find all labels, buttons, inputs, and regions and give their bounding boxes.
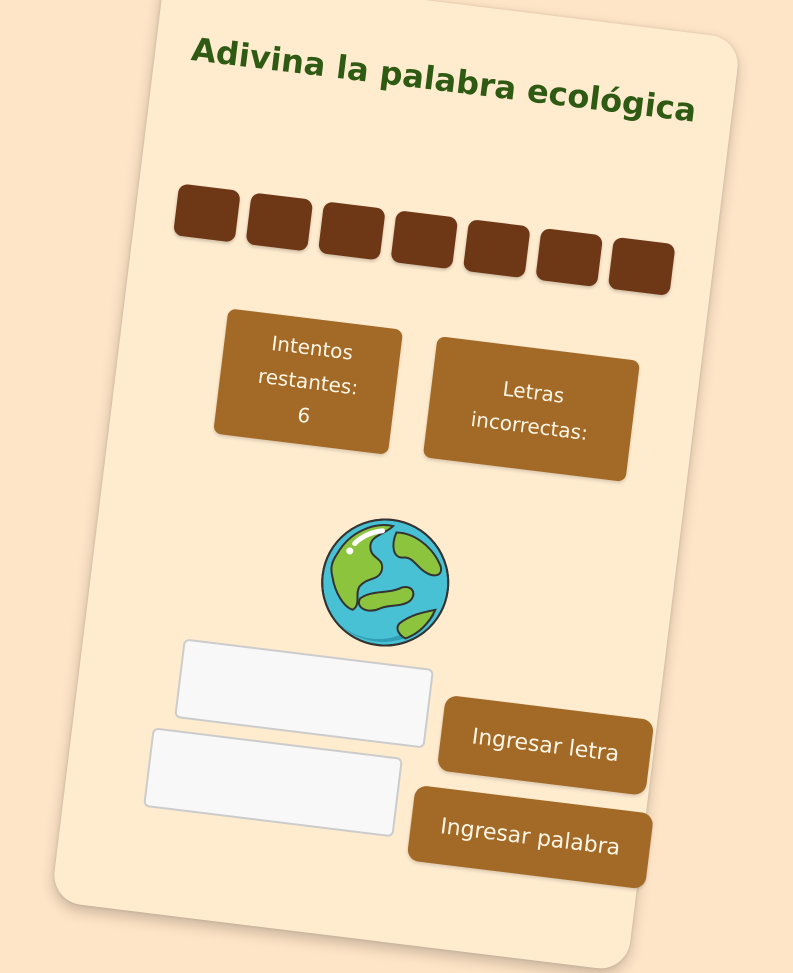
- page-title: Adivina la palabra ecológica: [189, 30, 699, 130]
- submit-letter-button[interactable]: Ingresar letra: [436, 694, 655, 796]
- wrong-letters-panel: Letras incorrectas:: [422, 336, 641, 483]
- letter-tile: [317, 201, 386, 261]
- letter-tile: [172, 183, 241, 243]
- letter-tile: [535, 227, 604, 288]
- letter-tile: [462, 219, 531, 279]
- letter-tile: [607, 236, 676, 297]
- letter-tile: [390, 210, 459, 270]
- word-input[interactable]: [143, 727, 403, 838]
- letter-input[interactable]: [174, 638, 435, 749]
- submit-word-label: Ingresar palabra: [438, 813, 622, 861]
- submit-letter-label: Ingresar letra: [470, 723, 621, 767]
- letter-tile: [245, 192, 314, 252]
- word-tiles: [172, 183, 676, 297]
- submit-word-button[interactable]: Ingresar palabra: [406, 784, 654, 890]
- earth-globe-icon: [321, 518, 450, 647]
- game-card: Adivina la palabra ecológica Intentos re…: [50, 0, 742, 972]
- attempts-panel: Intentos restantes: 6: [213, 308, 404, 455]
